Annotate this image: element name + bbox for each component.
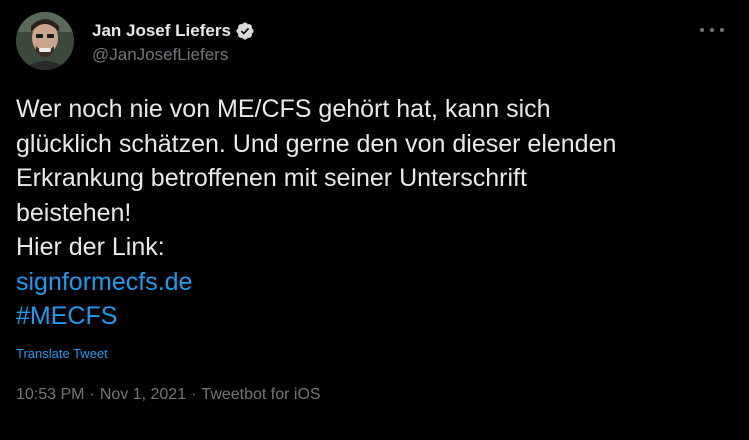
dot xyxy=(720,28,724,32)
tweet-client: Tweetbot for iOS xyxy=(201,386,321,403)
tweet-date[interactable]: Nov 1, 2021 xyxy=(100,386,186,404)
tweet-card: Jan Josef Liefers @JanJosefLiefers Wer n… xyxy=(0,0,749,440)
avatar[interactable] xyxy=(16,12,74,70)
tweet-text-line: beistehen! xyxy=(16,198,132,227)
tweet-text-line: Erkrankung betroffenen mit seiner Unters… xyxy=(16,164,527,192)
tweet-text-line: Hier der Link: xyxy=(16,233,165,261)
avatar-photo xyxy=(16,12,74,70)
more-options-icon[interactable] xyxy=(700,20,724,40)
tweet-text: Wer noch nie von ME/CFS gehört hat, kann… xyxy=(16,92,736,334)
tweet-time[interactable]: 10:53 PM xyxy=(16,386,84,404)
translate-tweet-link[interactable]: Translate Tweet xyxy=(16,346,108,361)
tweet-text-line: Wer noch nie von ME/CFS gehört hat, kann… xyxy=(16,95,551,123)
author-display-name[interactable]: Jan Josef Liefers xyxy=(92,21,231,41)
dot xyxy=(710,28,714,32)
author-handle[interactable]: @JanJosefLiefers xyxy=(92,45,228,65)
author-name-row: Jan Josef Liefers xyxy=(92,20,255,42)
hashtag-link[interactable]: #MECFS xyxy=(16,299,117,334)
tweet-metadata: 10:53 PM · Nov 1, 2021 · Tweetbot for iO… xyxy=(16,386,321,404)
verified-badge-icon xyxy=(235,21,255,41)
separator: · xyxy=(191,386,197,403)
tweet-text-line: glücklich schätzen. Und gerne den von di… xyxy=(16,129,617,158)
petition-link[interactable]: signformecfs.de xyxy=(16,265,192,300)
separator: · xyxy=(89,386,95,403)
dot xyxy=(700,28,704,32)
